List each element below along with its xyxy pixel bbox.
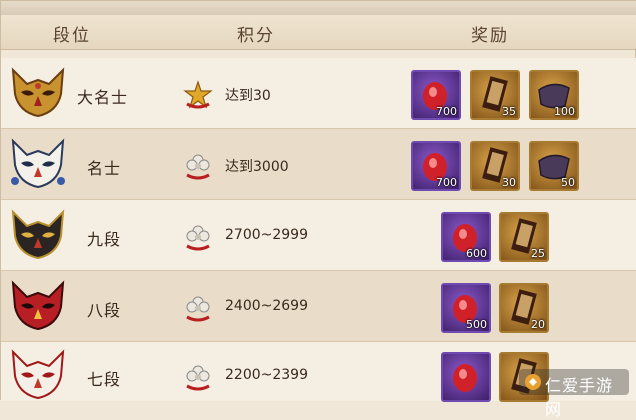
table-row: 八段 2400~2699 500 20 [1,271,636,341]
reward-count: 100 [554,105,575,118]
watermark-text: 仁爱手游网 [545,376,614,419]
reward-tile-purple-gourd[interactable]: 600 [441,212,491,262]
reward-tile-cloth[interactable]: 50 [529,141,579,191]
white-fox-mask-icon [11,138,65,189]
reward-tile-scroll[interactable]: 35 [470,70,520,120]
rank-name: 名士 [87,159,122,178]
reward-tile-scroll[interactable]: 30 [470,141,520,191]
reward-tile-purple-gourd[interactable] [441,352,491,402]
purple-gourd-icon [453,364,477,392]
table-row: 九段 2700~2999 600 25 [1,200,636,270]
score-range: 2200~2399 [225,367,308,383]
reward-tile-scroll[interactable]: 20 [499,283,549,333]
site-watermark: 仁爱手游网 [519,369,629,419]
score-range: 达到30 [225,88,271,104]
white-flower-badge-icon [186,225,210,251]
reward-tile-purple-gourd[interactable]: 500 [441,283,491,333]
reward-count: 700 [436,176,457,189]
reward-count: 700 [436,105,457,118]
table-row: 名士 达到3000 700 30 50 [1,129,636,199]
white-red-fox-mask-icon [11,349,65,400]
rank-name: 七段 [87,370,122,389]
reward-tile-cloth[interactable]: 100 [529,70,579,120]
gold-star-badge-icon [183,80,213,109]
rank-name: 九段 [87,230,122,249]
gold-fox-mask-icon [11,67,65,118]
reward-tile-purple-gourd[interactable]: 700 [411,70,461,120]
score-range: 2700~2999 [225,227,308,243]
reward-count: 20 [531,318,545,331]
rank-rewards-panel: 段位 积分 奖励 大名士 达到30 700 35 100 名士 达到3000 7… [0,0,636,419]
reward-count: 35 [502,105,516,118]
reward-count: 50 [561,176,575,189]
reward-count: 30 [502,176,516,189]
table-header: 段位 积分 奖励 [1,15,636,50]
reward-tile-scroll[interactable]: 25 [499,212,549,262]
header-reward: 奖励 [471,26,509,46]
reward-count: 25 [531,247,545,260]
reward-tile-purple-gourd[interactable]: 700 [411,141,461,191]
table-row: 大名士 达到30 700 35 100 [1,58,636,128]
red-fox-mask-icon [11,280,65,331]
white-flower-badge-icon [186,154,210,180]
score-range: 达到3000 [225,159,289,175]
reward-count: 600 [466,247,487,260]
watermark-logo-icon [525,374,541,390]
reward-count: 500 [466,318,487,331]
rank-name: 大名士 [77,88,129,107]
header-score: 积分 [237,26,275,46]
black-fox-mask-icon [11,209,65,260]
rank-name: 八段 [87,301,122,320]
white-flower-badge-icon [186,365,210,391]
score-range: 2400~2699 [225,298,308,314]
top-bar [1,1,636,16]
white-flower-badge-icon [186,296,210,322]
header-rank: 段位 [53,26,91,46]
